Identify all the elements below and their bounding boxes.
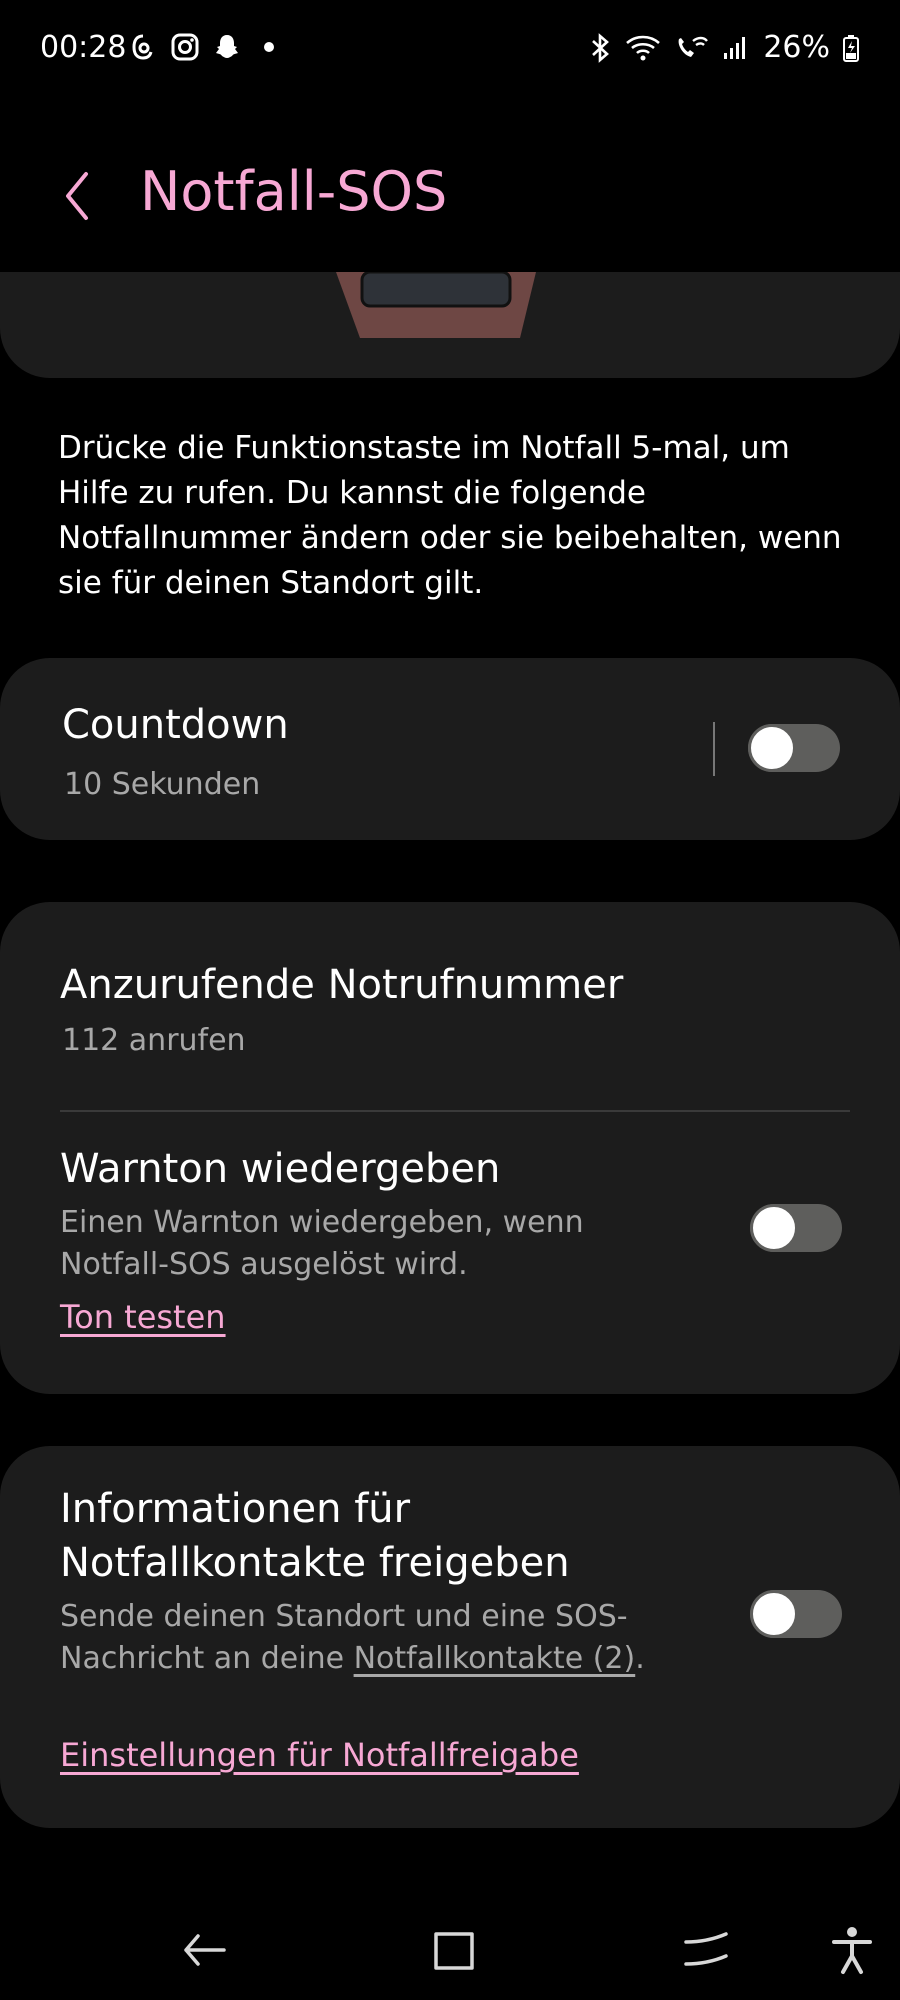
battery-icon <box>843 34 859 62</box>
snapchat-icon <box>216 35 238 58</box>
dot-icon <box>264 42 274 52</box>
illustration-card <box>0 272 900 378</box>
share-info-toggle[interactable] <box>750 1590 842 1638</box>
toggle-knob <box>750 1590 798 1638</box>
wifi-call-icon <box>678 36 709 57</box>
test-tone-link[interactable]: Ton testen <box>60 1298 226 1336</box>
back-button[interactable] <box>58 168 98 224</box>
emergency-contacts-link[interactable]: Notfallkontakte (2) <box>354 1641 636 1676</box>
system-icons: 26% <box>587 30 860 65</box>
vertical-divider <box>713 722 715 776</box>
signal-icon <box>724 36 746 59</box>
description-text: Drücke die Funktionstaste im Notfall 5-m… <box>58 430 842 601</box>
watch-illustration <box>336 272 536 338</box>
share-info-setting[interactable]: Informationen für Notfallkontakte freige… <box>0 1446 900 1828</box>
countdown-toggle[interactable] <box>748 724 840 772</box>
share-info-subtitle-end: . <box>635 1641 645 1676</box>
emergency-number-subtitle: 112 anrufen <box>62 1023 246 1058</box>
warning-tone-title: Warnton wiedergeben <box>60 1146 501 1192</box>
navigation-bar <box>0 1890 900 2000</box>
countdown-setting[interactable]: Countdown 10 Sekunden <box>0 658 900 840</box>
share-info-title-line2: Notfallkontakte freigeben <box>60 1540 570 1586</box>
back-icon[interactable] <box>174 1920 234 1980</box>
status-time: 00:28 <box>40 30 127 65</box>
battery-percent: 26% <box>763 30 830 65</box>
toggle-knob <box>750 1204 798 1252</box>
accessibility-icon[interactable] <box>822 1920 882 1980</box>
countdown-title: Countdown <box>62 702 289 748</box>
emergency-number-title: Anzurufende Notrufnummer <box>60 962 624 1008</box>
wifi-icon <box>626 35 661 60</box>
home-icon[interactable] <box>424 1920 484 1980</box>
sharing-settings-link[interactable]: Einstellungen für Notfallfreigabe <box>60 1736 579 1774</box>
page-title: Notfall-SOS <box>140 160 448 223</box>
warning-tone-subtitle: Einen Warnton wiedergeben, wenn Notfall-… <box>60 1205 584 1282</box>
share-info-subtitle: Sende deinen Standort und eine SOS-Nachr… <box>60 1596 700 1680</box>
status-bar: 00:28 26% <box>0 0 900 100</box>
warning-tone-toggle[interactable] <box>750 1204 842 1252</box>
countdown-subtitle: 10 Sekunden <box>64 767 261 802</box>
bluetooth-icon <box>592 32 610 63</box>
recents-icon[interactable] <box>676 1920 736 1980</box>
share-info-title-line1: Informationen für <box>60 1486 411 1532</box>
emergency-settings-card: Anzurufende Notrufnummer 112 anrufen War… <box>0 902 900 1394</box>
toggle-knob <box>748 724 796 772</box>
horizontal-divider <box>60 1110 850 1112</box>
threads-icon <box>132 34 153 60</box>
notification-icons <box>128 32 284 62</box>
instagram-icon <box>171 33 199 61</box>
